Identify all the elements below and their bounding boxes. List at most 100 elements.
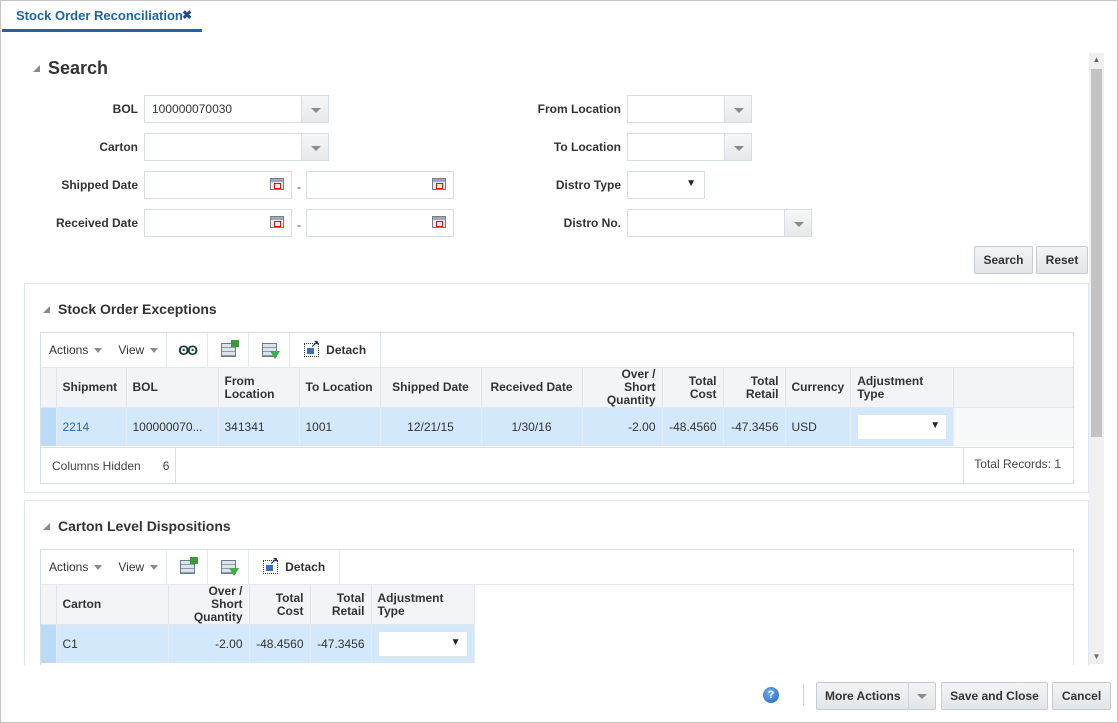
exceptions-table: Actions View ʘʘ Detach Shipment BOL From…: [40, 332, 1074, 484]
calendar-icon[interactable]: [432, 178, 446, 190]
collapse-triangle-icon[interactable]: [43, 522, 50, 530]
view-menu[interactable]: View: [110, 560, 166, 574]
header-filler: [953, 368, 1073, 408]
received-date-from-input[interactable]: [144, 209, 292, 237]
col-from-location[interactable]: From Location: [218, 368, 300, 408]
col-bol[interactable]: BOL: [126, 368, 219, 408]
more-actions-dropdown[interactable]: [908, 682, 936, 710]
table-row[interactable]: 2214 100000070... 341341 1001 12/21/15 1…: [41, 407, 1073, 446]
carton-combobox[interactable]: [144, 133, 329, 161]
scroll-down-icon[interactable]: ▼: [1089, 650, 1104, 664]
exceptions-section-header[interactable]: Stock Order Exceptions: [43, 301, 217, 317]
col-to-location[interactable]: To Location: [299, 368, 381, 408]
to-location-combobox[interactable]: [627, 133, 752, 161]
search-button[interactable]: Search: [974, 246, 1033, 274]
shipped-date-label: Shipped Date: [61, 178, 138, 192]
adjustment-type-select[interactable]: ▼: [377, 630, 468, 657]
shipped-date-to-input[interactable]: [306, 171, 454, 199]
distro-type-label: Distro Type: [555, 178, 621, 192]
collapse-triangle-icon[interactable]: [33, 65, 40, 72]
detach-button[interactable]: Detach: [290, 333, 380, 368]
col-currency[interactable]: Currency: [785, 368, 852, 408]
shipped-date-from-input[interactable]: [144, 171, 292, 199]
date-separator: -: [297, 218, 301, 232]
calendar-icon[interactable]: [432, 216, 446, 228]
tab-stock-order-reconciliation[interactable]: Stock Order Reconciliation ✖: [2, 0, 202, 32]
export-excel-button[interactable]: [208, 333, 248, 368]
from-location-combobox[interactable]: [627, 95, 752, 123]
view-menu[interactable]: View: [110, 343, 166, 357]
adjustment-type-select[interactable]: ▼: [857, 413, 948, 440]
query-by-example-button[interactable]: ʘʘ: [167, 333, 207, 368]
carton-title: Carton Level Dispositions: [58, 518, 231, 534]
export-excel-button[interactable]: [167, 550, 207, 585]
row-selector-header: [41, 368, 57, 408]
carton-section-header[interactable]: Carton Level Dispositions: [43, 518, 231, 534]
col-adjustment-type[interactable]: Adjustment Type: [850, 368, 955, 408]
chevron-down-icon[interactable]: [724, 96, 751, 122]
chevron-down-icon[interactable]: [724, 134, 751, 160]
from-location-input[interactable]: [628, 96, 724, 122]
more-actions-button[interactable]: More Actions: [816, 682, 909, 710]
to-location-input[interactable]: [628, 134, 724, 160]
chevron-down-icon[interactable]: [301, 96, 328, 122]
exceptions-table-footer: Columns Hidden 6 Total Records: 1: [41, 447, 1073, 484]
scrollbar-thumb[interactable]: [1091, 69, 1102, 437]
calendar-icon[interactable]: [270, 216, 284, 228]
cell-total-cost: -48.4560: [249, 624, 311, 663]
filter-button[interactable]: [208, 550, 248, 585]
close-icon[interactable]: ✖: [182, 8, 192, 22]
distro-type-select[interactable]: ▼: [627, 171, 705, 199]
search-section-header[interactable]: Search: [33, 58, 108, 79]
carton-input[interactable]: [145, 134, 301, 160]
received-date-to-input[interactable]: [306, 209, 454, 237]
total-records: Total Records: 1: [963, 447, 1073, 484]
row-selector[interactable]: [41, 407, 57, 446]
cell-from-location: 341341: [218, 407, 300, 446]
col-shipped-date[interactable]: Shipped Date: [380, 368, 482, 408]
filter-button[interactable]: [249, 333, 289, 368]
table-row[interactable]: C1 -2.00 -48.4560 -47.3456 ▼: [41, 624, 475, 663]
cell-total-cost: -48.4560: [662, 407, 724, 446]
detach-button[interactable]: Detach: [249, 550, 339, 585]
bol-combobox[interactable]: 100000070030: [144, 95, 329, 123]
col-total-cost[interactable]: Total Cost: [662, 368, 724, 408]
calendar-icon[interactable]: [270, 178, 284, 190]
col-over-short-qty[interactable]: Over / Short Quantity: [168, 585, 250, 625]
reset-button[interactable]: Reset: [1036, 246, 1088, 274]
actions-menu[interactable]: Actions: [41, 560, 110, 574]
actions-menu[interactable]: Actions: [41, 343, 110, 357]
columns-hidden-count[interactable]: 6: [141, 447, 177, 484]
toolbar-divider: [339, 549, 341, 585]
shipment-link[interactable]: 2214: [56, 407, 127, 446]
col-carton[interactable]: Carton: [56, 585, 169, 625]
cancel-button[interactable]: Cancel: [1052, 682, 1111, 710]
chevron-down-icon[interactable]: [784, 210, 811, 236]
col-total-retail[interactable]: Total Retail: [723, 368, 786, 408]
vertical-scrollbar[interactable]: ▲ ▼: [1089, 53, 1104, 664]
export-excel-icon: [220, 340, 239, 357]
distro-no-combobox[interactable]: [627, 209, 812, 237]
cell-to-location: 1001: [299, 407, 381, 446]
scroll-up-icon[interactable]: ▲: [1089, 53, 1104, 67]
col-total-cost[interactable]: Total Cost: [249, 585, 311, 625]
cell-adjustment-type: ▼: [850, 407, 955, 446]
help-icon[interactable]: ?: [763, 687, 779, 703]
chevron-down-icon: [150, 347, 159, 353]
col-total-retail[interactable]: Total Retail: [310, 585, 372, 625]
chevron-down-icon[interactable]: [301, 134, 328, 160]
distro-no-input[interactable]: [628, 210, 784, 236]
col-adjustment-type[interactable]: Adjustment Type: [371, 585, 475, 625]
bol-input[interactable]: 100000070030: [145, 96, 301, 122]
save-and-close-button[interactable]: Save and Close: [941, 682, 1048, 710]
chevron-down-icon: [150, 564, 159, 570]
col-shipment[interactable]: Shipment: [56, 368, 127, 408]
collapse-triangle-icon[interactable]: [43, 305, 50, 313]
detach-label: Detach: [285, 560, 326, 574]
exceptions-toolbar: Actions View ʘʘ Detach: [41, 332, 1073, 368]
header-row: Shipment BOL From Location To Location S…: [41, 368, 1073, 408]
col-over-short-qty[interactable]: Over / Short Quantity: [582, 368, 663, 408]
col-received-date[interactable]: Received Date: [481, 368, 583, 408]
from-location-label: From Location: [537, 102, 621, 116]
row-selector[interactable]: [41, 624, 57, 663]
